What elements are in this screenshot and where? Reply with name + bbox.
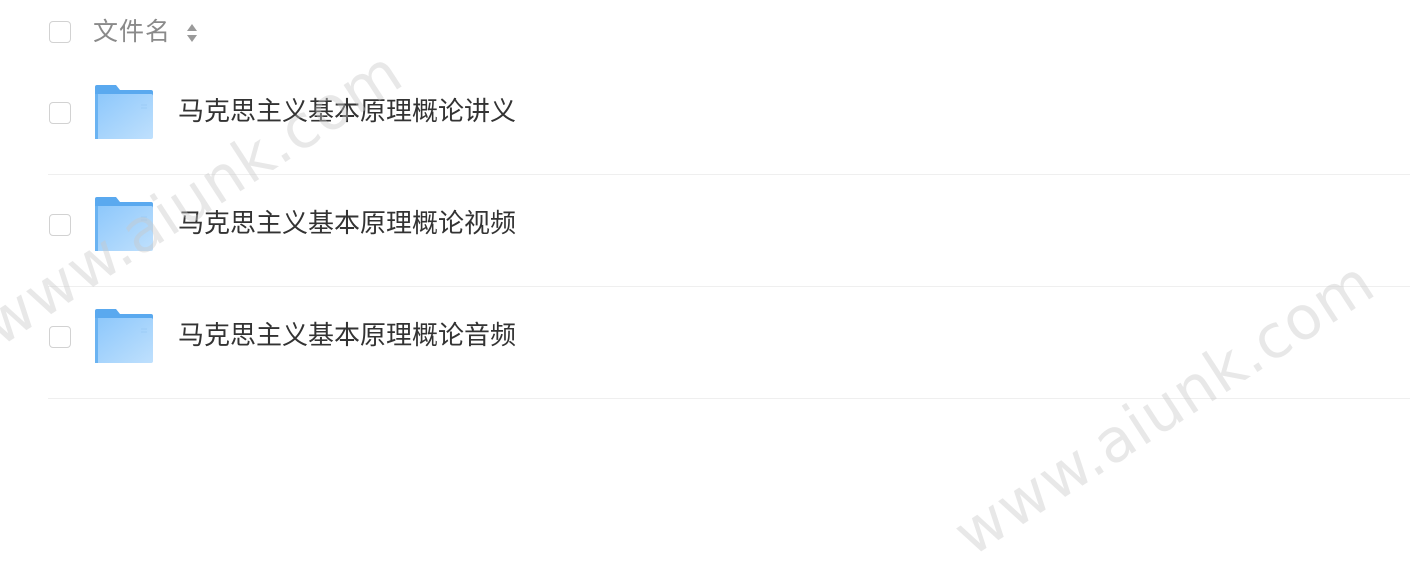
file-name[interactable]: 马克思主义基本原理概论视频 <box>178 204 516 244</box>
file-row[interactable]: 马克思主义基本原理概论视频 <box>48 176 1410 287</box>
select-all-checkbox[interactable] <box>49 21 71 43</box>
folder-icon <box>95 309 153 363</box>
file-list-page: 文件名 马克思主义基本原理概论讲义 马克思主义基本原理概论视频 马克思主义基本原… <box>0 0 1410 588</box>
file-row[interactable]: 马克思主义基本原理概论音频 <box>48 288 1410 399</box>
folder-icon <box>95 197 153 251</box>
row-checkbox[interactable] <box>49 214 71 236</box>
row-checkbox[interactable] <box>49 326 71 348</box>
sort-updown-icon[interactable] <box>185 22 199 44</box>
file-name[interactable]: 马克思主义基本原理概论音频 <box>178 316 516 356</box>
folder-icon <box>95 85 153 139</box>
row-checkbox[interactable] <box>49 102 71 124</box>
file-name[interactable]: 马克思主义基本原理概论讲义 <box>178 92 516 132</box>
column-header-filename[interactable]: 文件名 <box>93 14 171 50</box>
file-row[interactable]: 马克思主义基本原理概论讲义 <box>48 64 1410 175</box>
file-list-header: 文件名 <box>0 0 1410 64</box>
